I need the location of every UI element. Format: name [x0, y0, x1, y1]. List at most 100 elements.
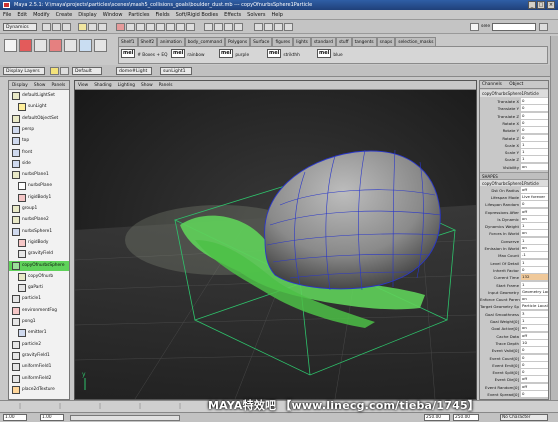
- shelf-button-blue[interactable]: mel blue: [317, 49, 357, 62]
- channel-value-field[interactable]: 0: [521, 127, 548, 134]
- shelf-tab-selection-masks[interactable]: selection_masks: [395, 37, 436, 46]
- start-time-field[interactable]: 1.00: [3, 414, 27, 421]
- outliner-item[interactable]: gaParti: [9, 283, 69, 293]
- channel-value-field[interactable]: 1: [521, 237, 548, 244]
- channel-row[interactable]: Dynamics Weight 1: [480, 223, 548, 230]
- outliner-item[interactable]: group1: [9, 204, 69, 214]
- move-tool-icon[interactable]: [34, 39, 47, 52]
- outliner-item[interactable]: nurbsPlane: [9, 181, 69, 191]
- channel-row[interactable]: Level Of Detail 1: [480, 259, 548, 267]
- rotate-tool-icon[interactable]: [49, 39, 62, 52]
- shelf-button-strikthh[interactable]: mel strikthh: [267, 49, 312, 62]
- channel-row[interactable]: Lifespan Mode Live forever: [480, 193, 548, 201]
- menu-file[interactable]: File: [0, 10, 14, 19]
- shelf-tab-animation[interactable]: animation: [157, 37, 185, 46]
- layer-visibility-icon[interactable]: [50, 67, 59, 75]
- shelf-tab-snaps[interactable]: snaps: [376, 37, 396, 46]
- channel-value-field[interactable]: 1: [521, 149, 548, 156]
- mask-deformers-icon[interactable]: [146, 23, 155, 31]
- channel-row[interactable]: Inherit Factor 0: [480, 266, 548, 274]
- channel-row[interactable]: Enforce Count Parent on: [480, 296, 548, 303]
- menu-soft-rigid-bodies[interactable]: Soft/Rigid Bodies: [173, 10, 221, 19]
- outliner-item[interactable]: sunLight: [9, 102, 69, 112]
- outliner-item[interactable]: rigidBody1: [9, 193, 69, 203]
- channel-row[interactable]: Event Split[0] 0: [480, 369, 548, 376]
- shelf-tab-surface[interactable]: Surface: [250, 37, 273, 46]
- outliner-item[interactable]: gravityField: [9, 249, 69, 259]
- outliner-item[interactable]: top: [9, 136, 69, 146]
- channel-row[interactable]: Dst On Radius off: [480, 186, 548, 194]
- outliner-item[interactable]: particle1: [9, 294, 69, 304]
- render-icon[interactable]: [264, 23, 273, 31]
- channel-row[interactable]: Lifespan Random 0: [480, 201, 548, 208]
- close-button[interactable]: ×: [547, 1, 555, 9]
- channel-value-field[interactable]: off: [521, 208, 548, 215]
- channel-row[interactable]: Event Die[0] off: [480, 376, 548, 383]
- outliner-item[interactable]: nurbsPlane1: [9, 170, 69, 180]
- channel-row[interactable]: Max Count -1: [480, 252, 548, 259]
- menu-effects[interactable]: Effects: [221, 10, 244, 19]
- outliner-item[interactable]: side: [9, 159, 69, 169]
- character-set-dropdown[interactable]: No Character: [500, 414, 548, 421]
- channel-row[interactable]: Scale X1: [480, 141, 548, 149]
- snap-grid-icon[interactable]: [204, 23, 213, 31]
- outliner-item[interactable]: particle2: [9, 340, 69, 350]
- channel-value-field[interactable]: 0: [521, 112, 548, 119]
- outliner-item[interactable]: pong1: [9, 317, 69, 327]
- channel-row[interactable]: Scale Y1: [480, 149, 548, 156]
- outliner-item[interactable]: emitter1: [9, 328, 69, 338]
- menu-fields[interactable]: Fields: [153, 10, 173, 19]
- channel-row[interactable]: Target Geometry Sp Particle Local: [480, 303, 548, 310]
- outliner-item[interactable]: nurbsPlane2: [9, 215, 69, 225]
- channel-row[interactable]: Expressions After off: [480, 208, 548, 216]
- mode-dropdown[interactable]: Dynamics: [3, 23, 37, 31]
- channel-row[interactable]: Conserve 1: [480, 237, 548, 245]
- channel-value-field[interactable]: 3: [521, 310, 548, 317]
- viewport-menu-view[interactable]: View: [75, 81, 91, 89]
- save-scene-icon[interactable]: [62, 23, 71, 31]
- channel-value-field[interactable]: 10: [521, 339, 548, 346]
- channel-row[interactable]: Visibility on: [480, 163, 548, 171]
- channel-value-field[interactable]: 0: [521, 361, 548, 368]
- channel-value-field[interactable]: 1: [521, 141, 548, 148]
- channel-box-toggle-icon[interactable]: [539, 23, 548, 31]
- channel-row[interactable]: Trace Depth 10: [480, 339, 548, 347]
- shelf-button-purple[interactable]: mel purple: [219, 49, 259, 62]
- display-layers-dropdown[interactable]: Display Layers: [3, 67, 45, 75]
- shelf-tab-shelf1[interactable]: Shelf1: [118, 37, 138, 46]
- channel-row[interactable]: Cache Data off: [480, 332, 548, 340]
- channel-value-field[interactable]: 1: [521, 259, 548, 266]
- layer-options-icon[interactable]: [60, 67, 69, 75]
- channel-row[interactable]: Current Time 132: [480, 274, 548, 281]
- channel-value-field[interactable]: off: [521, 383, 548, 390]
- outliner-item[interactable]: uniformField1: [9, 362, 69, 372]
- channel-value-field[interactable]: 1: [521, 281, 548, 288]
- outliner-item[interactable]: copyOfnurb: [9, 272, 69, 282]
- channel-value-field[interactable]: 0: [521, 134, 548, 141]
- channel-value-field[interactable]: 132: [521, 274, 548, 281]
- viewport-menu-shading[interactable]: Shading: [91, 81, 114, 89]
- channel-row[interactable]: Event Count[0] 0: [480, 354, 548, 362]
- outliner-item[interactable]: copyOfnurbsSphere: [9, 260, 69, 271]
- shelf-tab-lights[interactable]: lights: [293, 37, 311, 46]
- select-tool-icon[interactable]: [4, 39, 17, 52]
- shelf-tab-polygons[interactable]: Polygons: [224, 37, 251, 46]
- channel-value-field[interactable]: -1: [521, 252, 548, 259]
- outliner-item[interactable]: place2dTexture: [9, 385, 69, 395]
- channel-row[interactable]: Event Emit[0] 0: [480, 361, 548, 369]
- selection-input[interactable]: [492, 23, 536, 31]
- channel-row[interactable]: Rotate Y0: [480, 127, 548, 134]
- channel-value-field[interactable]: 0: [521, 391, 548, 397]
- outliner-item[interactable]: defaultLightSet: [9, 91, 69, 101]
- channel-value-field[interactable]: 0: [521, 119, 548, 126]
- layer-button-sunlight[interactable]: sunLight1: [160, 67, 192, 75]
- channel-value-field[interactable]: 1: [521, 223, 548, 230]
- channel-value-field[interactable]: 0: [521, 369, 548, 376]
- shelf-button-rainbow[interactable]: mel rainbow: [171, 49, 211, 62]
- shelf-tab-shelf2[interactable]: Shelf2: [137, 37, 158, 46]
- channel-value-field[interactable]: 0: [521, 347, 548, 354]
- channel-value-field[interactable]: on: [521, 325, 548, 332]
- select-by-hierarchy-icon[interactable]: [78, 23, 87, 31]
- channel-value-field[interactable]: 0: [521, 354, 548, 361]
- playback-start-field[interactable]: 1.00: [40, 414, 64, 421]
